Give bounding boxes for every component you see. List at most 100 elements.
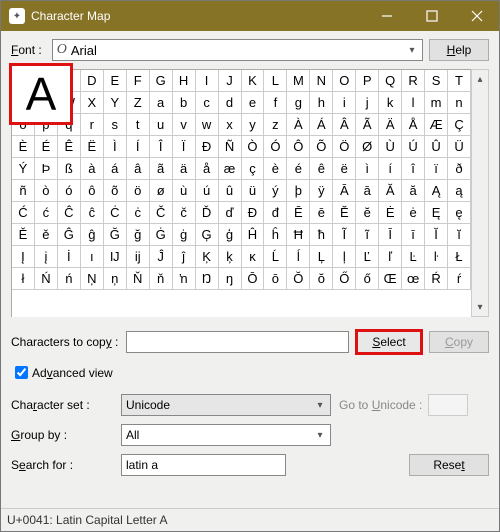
char-cell[interactable]: ä bbox=[173, 158, 196, 180]
char-cell[interactable]: R bbox=[402, 70, 425, 92]
char-cell[interactable]: è bbox=[264, 158, 287, 180]
char-cell[interactable]: G bbox=[150, 70, 173, 92]
char-cell[interactable]: Ý bbox=[12, 158, 35, 180]
char-cell[interactable]: Ī bbox=[379, 224, 402, 246]
char-cell[interactable]: Ã bbox=[356, 114, 379, 136]
char-cell[interactable]: Ļ bbox=[310, 246, 333, 268]
char-cell[interactable]: ā bbox=[356, 180, 379, 202]
char-cell[interactable]: Ł bbox=[448, 246, 471, 268]
char-cell[interactable]: ĉ bbox=[81, 202, 104, 224]
char-cell[interactable]: É bbox=[35, 136, 58, 158]
char-cell[interactable]: Č bbox=[150, 202, 173, 224]
char-cell[interactable]: ç bbox=[242, 158, 265, 180]
char-cell[interactable]: ħ bbox=[310, 224, 333, 246]
char-cell[interactable]: ñ bbox=[12, 180, 35, 202]
char-cell[interactable]: õ bbox=[104, 180, 127, 202]
char-cell[interactable]: Ö bbox=[333, 136, 356, 158]
char-cell[interactable]: ø bbox=[150, 180, 173, 202]
char-cell[interactable]: I bbox=[196, 70, 219, 92]
char-cell[interactable]: ċ bbox=[127, 202, 150, 224]
char-cell[interactable]: Ð bbox=[196, 136, 219, 158]
char-cell[interactable]: ě bbox=[35, 224, 58, 246]
char-cell[interactable]: b bbox=[173, 92, 196, 114]
char-cell[interactable]: Û bbox=[425, 136, 448, 158]
char-cell[interactable]: Ģ bbox=[196, 224, 219, 246]
char-cell[interactable]: Y bbox=[104, 92, 127, 114]
font-select[interactable]: O Arial ▾ bbox=[52, 39, 423, 61]
char-cell[interactable]: ù bbox=[173, 180, 196, 202]
char-cell[interactable]: Ć bbox=[12, 202, 35, 224]
minimize-button[interactable] bbox=[364, 1, 409, 31]
char-cell[interactable]: İ bbox=[58, 246, 81, 268]
char-cell[interactable]: Õ bbox=[310, 136, 333, 158]
char-cell[interactable]: đ bbox=[264, 202, 287, 224]
char-cell[interactable]: Í bbox=[127, 136, 150, 158]
copy-button[interactable]: Copy bbox=[429, 331, 489, 353]
char-cell[interactable]: ğ bbox=[127, 224, 150, 246]
char-cell[interactable]: K bbox=[242, 70, 265, 92]
help-button[interactable]: Help bbox=[429, 39, 489, 61]
char-cell[interactable]: Œ bbox=[379, 268, 402, 290]
char-cell[interactable]: P bbox=[356, 70, 379, 92]
char-cell[interactable]: c bbox=[196, 92, 219, 114]
char-cell[interactable]: l bbox=[402, 92, 425, 114]
char-cell[interactable]: Ä bbox=[379, 114, 402, 136]
char-cell[interactable]: s bbox=[104, 114, 127, 136]
scroll-up-icon[interactable]: ▴ bbox=[472, 70, 488, 88]
char-cell[interactable]: æ bbox=[219, 158, 242, 180]
char-cell[interactable]: Ú bbox=[402, 136, 425, 158]
char-cell[interactable]: ă bbox=[402, 180, 425, 202]
char-cell[interactable]: ĭ bbox=[448, 224, 471, 246]
char-cell[interactable]: ĝ bbox=[81, 224, 104, 246]
char-cell[interactable]: Ê bbox=[58, 136, 81, 158]
char-cell[interactable]: Ĉ bbox=[58, 202, 81, 224]
char-cell[interactable]: t bbox=[127, 114, 150, 136]
copy-input[interactable] bbox=[126, 331, 349, 353]
charset-select[interactable]: Unicode ▾ bbox=[121, 394, 331, 416]
char-cell[interactable]: Ŕ bbox=[425, 268, 448, 290]
char-cell[interactable]: ŕ bbox=[448, 268, 471, 290]
char-cell[interactable]: Ā bbox=[333, 180, 356, 202]
char-cell[interactable]: ē bbox=[310, 202, 333, 224]
char-cell[interactable]: ó bbox=[58, 180, 81, 202]
char-cell[interactable]: y bbox=[242, 114, 265, 136]
char-cell[interactable]: N bbox=[310, 70, 333, 92]
advanced-view-checkbox[interactable] bbox=[15, 366, 28, 379]
char-cell[interactable]: F bbox=[127, 70, 150, 92]
char-cell[interactable]: X bbox=[81, 92, 104, 114]
char-cell[interactable]: Ġ bbox=[150, 224, 173, 246]
char-cell[interactable]: â bbox=[127, 158, 150, 180]
char-cell[interactable]: ë bbox=[333, 158, 356, 180]
char-cell[interactable]: O bbox=[333, 70, 356, 92]
char-cell[interactable]: j bbox=[356, 92, 379, 114]
char-cell[interactable]: Ċ bbox=[104, 202, 127, 224]
char-cell[interactable]: ì bbox=[356, 158, 379, 180]
char-cell[interactable]: ô bbox=[81, 180, 104, 202]
char-cell[interactable]: Ñ bbox=[219, 136, 242, 158]
char-cell[interactable]: d bbox=[219, 92, 242, 114]
char-cell[interactable]: Ü bbox=[448, 136, 471, 158]
char-cell[interactable]: ã bbox=[150, 158, 173, 180]
char-cell[interactable]: Ë bbox=[81, 136, 104, 158]
char-cell[interactable]: ľ bbox=[379, 246, 402, 268]
char-cell[interactable]: ð bbox=[448, 158, 471, 180]
char-cell[interactable]: Ė bbox=[379, 202, 402, 224]
char-cell[interactable]: Į bbox=[12, 246, 35, 268]
char-cell[interactable]: Ń bbox=[35, 268, 58, 290]
char-cell[interactable]: M bbox=[287, 70, 310, 92]
char-cell[interactable]: v bbox=[173, 114, 196, 136]
char-cell[interactable]: E bbox=[104, 70, 127, 92]
char-cell[interactable]: Ķ bbox=[196, 246, 219, 268]
char-cell[interactable]: Â bbox=[333, 114, 356, 136]
char-cell[interactable]: Æ bbox=[425, 114, 448, 136]
char-cell[interactable]: Ĵ bbox=[150, 246, 173, 268]
char-cell[interactable]: È bbox=[12, 136, 35, 158]
char-cell[interactable]: Ŋ bbox=[196, 268, 219, 290]
char-cell[interactable]: ą bbox=[448, 180, 471, 202]
char-cell[interactable]: Ĕ bbox=[333, 202, 356, 224]
char-cell[interactable]: ĺ bbox=[287, 246, 310, 268]
char-cell[interactable]: ÿ bbox=[310, 180, 333, 202]
char-cell[interactable]: Ę bbox=[425, 202, 448, 224]
char-cell[interactable]: u bbox=[150, 114, 173, 136]
close-button[interactable] bbox=[454, 1, 499, 31]
